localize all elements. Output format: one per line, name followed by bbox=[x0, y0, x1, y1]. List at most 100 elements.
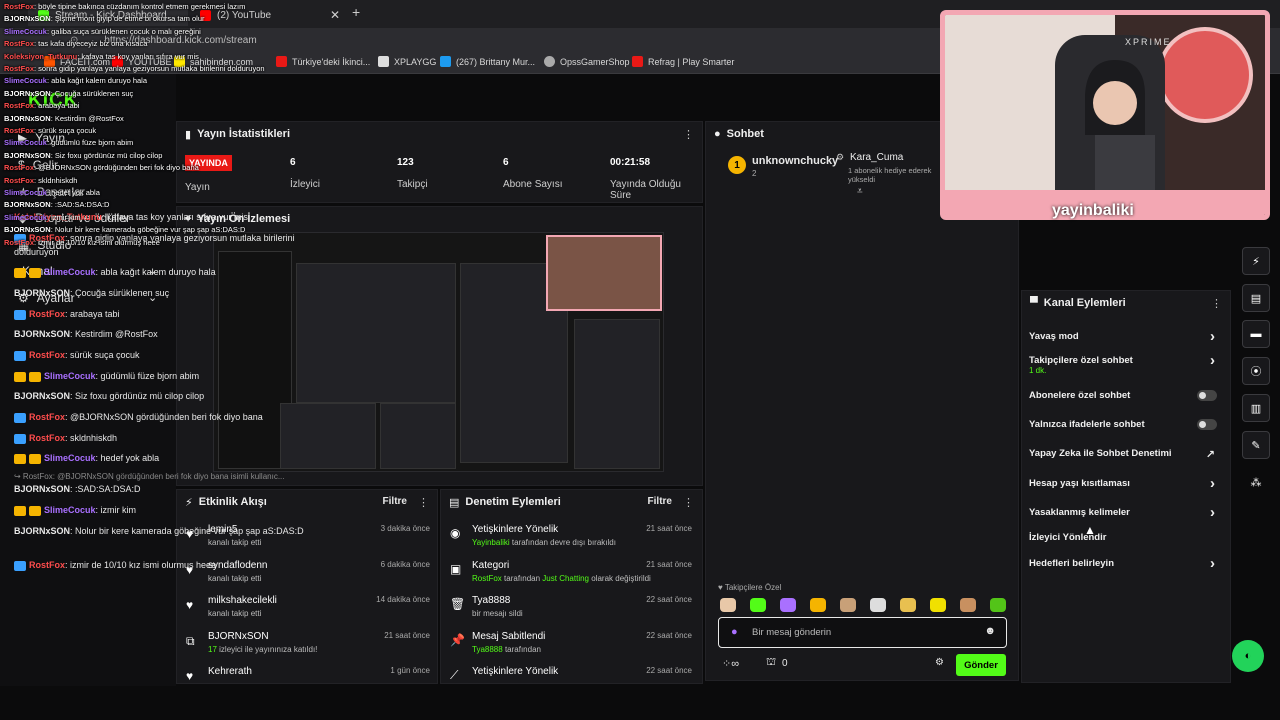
chat-username[interactable]: RostFox bbox=[29, 233, 65, 243]
more-options-icon[interactable]: ⋮ bbox=[683, 128, 694, 141]
expand-icon[interactable]: ⩡ bbox=[857, 186, 863, 197]
chat-username[interactable]: RostFox bbox=[29, 412, 65, 422]
users-tool-icon[interactable]: ⁂ bbox=[1242, 468, 1270, 496]
broadcast-tool-icon[interactable]: ⦿ bbox=[1242, 357, 1270, 385]
chat-username[interactable]: RostFox bbox=[29, 560, 65, 570]
chat-settings-icon[interactable]: ⚙ bbox=[935, 657, 944, 668]
chat-username[interactable]: BJORNxSON bbox=[14, 329, 70, 339]
bookmark-sahibinden[interactable]: sahibinden.com bbox=[174, 56, 253, 67]
feed-item[interactable]: ⧉ BJORNxSON 17 izleyici ile yayınınıza kat… bbox=[186, 631, 430, 665]
channel-action-2[interactable]: Abonelere özel sohbet bbox=[1029, 390, 1221, 401]
chat-username[interactable]: SlimeCocuk bbox=[44, 371, 96, 381]
bookmark-turkiye[interactable]: Türkiye'deki İkinci... bbox=[276, 56, 370, 67]
emote-icon[interactable] bbox=[810, 598, 826, 612]
channel-action-6[interactable]: Yasaklanmış kelimeler › bbox=[1029, 504, 1221, 521]
chat-username[interactable]: Koleksiyon_Tutkunu bbox=[14, 212, 102, 222]
wrench-tool-icon[interactable]: ✎ bbox=[1242, 431, 1270, 459]
feed-item[interactable]: ♥ milkshakecilekli kanalı takip etti 14 dak… bbox=[186, 595, 430, 629]
tab-kick-dashboard[interactable]: Stream - Kick Dashboard bbox=[28, 4, 188, 26]
top-gifter-name[interactable]: unknownchucky bbox=[752, 155, 838, 167]
support-button[interactable]: ◐ bbox=[1232, 640, 1264, 672]
chat-input[interactable]: ● Bir mesaj gönderin ☻ bbox=[718, 617, 1007, 648]
new-tab-icon[interactable]: + bbox=[352, 4, 360, 20]
chat-tool-icon[interactable]: ▬ bbox=[1242, 320, 1270, 348]
microphone-icon[interactable]: ● bbox=[731, 626, 738, 638]
site-info-icon[interactable]: ⊙ bbox=[70, 35, 78, 46]
more-options-icon[interactable]: ⋮ bbox=[418, 496, 429, 509]
channel-action-3[interactable]: Yalnızca ifadelerle sohbet bbox=[1029, 419, 1221, 430]
emote-icon[interactable] bbox=[930, 598, 946, 612]
chevron-right-icon[interactable]: › bbox=[1210, 555, 1215, 572]
mod-item-text: tarafından bbox=[504, 573, 541, 583]
chat-username[interactable]: SlimeCocuk bbox=[44, 267, 96, 277]
emote-icon[interactable] bbox=[720, 598, 736, 612]
bookmark-youtube[interactable]: YOUTUBE bbox=[112, 56, 172, 67]
kick-logo[interactable]: KICK bbox=[28, 90, 78, 112]
emote-icon[interactable] bbox=[990, 598, 1006, 612]
chat-username[interactable]: BJORNxSON bbox=[14, 484, 70, 494]
notes-tool-icon[interactable]: ▤ bbox=[1242, 284, 1270, 312]
more-options-icon[interactable]: ⋮ bbox=[683, 496, 694, 509]
mod-filter-button[interactable]: Filtre bbox=[648, 496, 672, 507]
chat-username[interactable]: SlimeCocuk bbox=[44, 453, 96, 463]
emote-icon[interactable] bbox=[960, 598, 976, 612]
bookmark-opss[interactable]: OpssGamerShop bbox=[544, 56, 630, 67]
channel-action-5[interactable]: Hesap yaşı kısıtlaması › bbox=[1029, 475, 1221, 492]
mod-item[interactable]: 🗑 Tya8888 bir mesajı sildi 22 saat önce bbox=[450, 595, 692, 629]
kicks-icon[interactable]: ⁘∞ bbox=[722, 657, 739, 670]
nav-item-revenue[interactable]: $ Gelir bbox=[18, 158, 58, 172]
bookmark-refrag[interactable]: Refrag | Play Smarter bbox=[632, 56, 734, 67]
channel-action-4[interactable]: Yapay Zeka ile Sohbet Denetimi ↗ bbox=[1029, 448, 1221, 461]
feed-filter-button[interactable]: Filtre bbox=[383, 496, 407, 507]
chat-username[interactable]: RostFox bbox=[29, 433, 65, 443]
channel-action-0[interactable]: Yavaş mod › bbox=[1029, 328, 1221, 345]
emote-icon[interactable] bbox=[840, 598, 856, 612]
chevron-right-icon[interactable]: › bbox=[1210, 328, 1215, 345]
channel-action-1[interactable]: Takipçilere özel sohbet 1 dk. › bbox=[1029, 352, 1221, 375]
bookmark-xplaygg[interactable]: XPLAYGG bbox=[378, 56, 436, 67]
channel-action-7[interactable]: İzleyici Yönlendir bbox=[1029, 532, 1221, 543]
nav-item-stream[interactable]: ▶ Yayın bbox=[18, 131, 65, 145]
more-options-icon[interactable]: ⋮ bbox=[1211, 297, 1222, 310]
feed-item-name[interactable]: Kehrerath bbox=[208, 666, 252, 677]
channel-action-8[interactable]: Hedefleri belirleyin › bbox=[1029, 555, 1221, 572]
feed-item-name[interactable]: BJORNxSON bbox=[208, 631, 269, 642]
emote-icon[interactable] bbox=[750, 598, 766, 612]
chat-username[interactable]: RostFox bbox=[29, 309, 65, 319]
emote-icon[interactable] bbox=[780, 598, 796, 612]
emoji-icon[interactable]: ☻ bbox=[984, 625, 996, 637]
emote-icon[interactable] bbox=[870, 598, 886, 612]
chat-username[interactable]: BJORNxSON bbox=[14, 288, 70, 298]
feed-item-name[interactable]: milkshakecilekli bbox=[208, 595, 277, 606]
chat-username[interactable]: RostFox bbox=[29, 350, 65, 360]
tab-youtube[interactable]: (2) YouTube ✕ bbox=[190, 4, 350, 26]
close-tab-icon[interactable]: ✕ bbox=[330, 8, 340, 22]
eye-icon: ◉ bbox=[450, 526, 461, 540]
chevron-right-icon[interactable]: › bbox=[1210, 475, 1215, 492]
external-link-icon[interactable]: ↗ bbox=[1206, 448, 1215, 461]
chat-username[interactable]: SlimeCocuk bbox=[44, 505, 96, 515]
chat-icon: ● bbox=[714, 128, 721, 140]
mod-item[interactable]: ◉ Yetişkinlere Yönelik Yayinbaliki tarafın… bbox=[450, 524, 692, 558]
mod-item-actor[interactable]: Yayinbaliki bbox=[472, 538, 510, 547]
bookmark-faceit[interactable]: FACEIT.com bbox=[44, 56, 110, 67]
chevron-right-icon[interactable]: › bbox=[1210, 352, 1215, 369]
chevron-right-icon[interactable]: › bbox=[1210, 504, 1215, 521]
send-button[interactable]: Gönder bbox=[956, 654, 1006, 676]
toggle-switch[interactable] bbox=[1197, 419, 1217, 430]
bookmark-brittany[interactable]: (267) Brittany Mur... bbox=[440, 56, 535, 67]
lightning-tool-icon[interactable]: ⚡ bbox=[1242, 247, 1270, 275]
toggle-switch[interactable] bbox=[1197, 390, 1217, 401]
chat-username[interactable]: BJORNxSON bbox=[14, 391, 70, 401]
mod-item-actor[interactable]: RostFox bbox=[472, 574, 502, 583]
layout-tool-icon[interactable]: ▥ bbox=[1242, 394, 1270, 422]
nav-item-achievements[interactable]: ★ Başarılar bbox=[18, 185, 85, 199]
gift-icon[interactable]: ⛫ bbox=[766, 656, 776, 670]
gifter2-name[interactable]: Kara_Cuma bbox=[850, 152, 903, 163]
mod-item[interactable]: ▣ Kategori RostFox tarafından Just Chattin… bbox=[450, 560, 692, 594]
mod-item[interactable]: 📌 Mesaj Sabitlendi Tya8888 tarafından 22 sa… bbox=[450, 631, 692, 665]
emote-icon[interactable] bbox=[900, 598, 916, 612]
chat-username[interactable]: BJORNxSON bbox=[14, 526, 70, 536]
mod-item-actor[interactable]: Tya8888 bbox=[472, 645, 503, 654]
url-text[interactable]: https://dashboard.kick.com/stream bbox=[104, 35, 256, 46]
